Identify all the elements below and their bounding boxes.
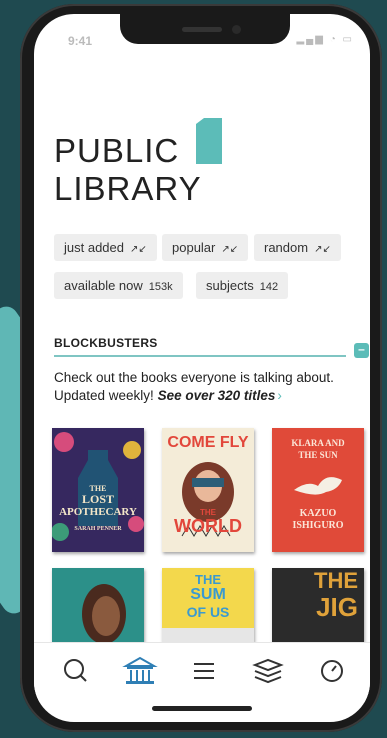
filter-label: available now xyxy=(64,278,143,293)
filter-popular[interactable]: popular ↗↙ xyxy=(162,234,249,261)
book-author: SARAH PENNER xyxy=(74,526,122,532)
see-all-link[interactable]: See over 320 titles xyxy=(158,388,276,403)
battery-icon: ▭ xyxy=(342,34,354,45)
app-screen: 9:41 ▂▄▆ ◔ ▭ PUBLIC LIBRARY just added ↗↙… xyxy=(34,14,370,722)
signal-icon: ▂▄▆ xyxy=(296,34,325,45)
bookmark-icon xyxy=(196,118,222,164)
filter-label: subjects xyxy=(206,278,254,293)
tab-history[interactable] xyxy=(314,653,350,689)
chevron-right-icon[interactable]: › xyxy=(277,388,282,403)
tab-books[interactable] xyxy=(250,653,286,689)
filter-count: 142 xyxy=(259,281,279,293)
filter-count: 153k xyxy=(148,281,173,293)
search-icon xyxy=(64,659,87,682)
book-cover[interactable]: THE JIG xyxy=(272,568,364,642)
filter-label: just added xyxy=(64,240,124,255)
tab-menu[interactable] xyxy=(186,653,222,689)
library-icon xyxy=(122,656,158,684)
sort-arrows-icon: ↗↙ xyxy=(130,244,147,255)
book-title: KLARA AND xyxy=(291,438,345,448)
book-title: APOTHECARY xyxy=(59,506,137,518)
filter-label: random xyxy=(264,240,309,255)
page-title: PUBLIC LIBRARY xyxy=(54,132,202,208)
status-icons: ▂▄▆ ◔ ▭ xyxy=(296,34,354,45)
tab-bar xyxy=(34,642,370,703)
book-title: LOST xyxy=(81,492,114,506)
book-title: SUM xyxy=(190,586,226,603)
section-description: Check out the books everyone is talking … xyxy=(54,369,359,405)
collapse-button[interactable]: – xyxy=(354,343,369,358)
book-title: WORLD xyxy=(174,516,242,536)
book-cover[interactable]: COME FLY THE WORLD xyxy=(162,428,254,552)
book-title: COME FLY xyxy=(167,434,249,451)
title-line-2: LIBRARY xyxy=(54,170,202,207)
section-title: BLOCKBUSTERS xyxy=(54,336,158,350)
books-icon xyxy=(252,658,284,684)
book-title: JIG xyxy=(316,592,358,622)
phone-notch xyxy=(120,14,290,44)
filter-available-now[interactable]: available now 153k xyxy=(54,272,183,299)
clock-icon xyxy=(321,660,343,682)
book-title: THE xyxy=(314,568,358,593)
book-cover[interactable]: THE SUM OF US xyxy=(162,568,254,642)
book-title: THE xyxy=(195,572,221,587)
wifi-icon: ◔ xyxy=(329,34,338,45)
title-line-1: PUBLIC xyxy=(54,132,180,169)
book-author: ISHIGURO xyxy=(292,520,344,531)
book-cover-art xyxy=(52,568,144,642)
book-title: OF US xyxy=(186,604,230,620)
camera xyxy=(232,25,241,34)
section-divider xyxy=(54,355,346,357)
tab-library[interactable] xyxy=(122,653,158,689)
book-title: KAZUO xyxy=(299,508,337,519)
status-time: 9:41 xyxy=(68,34,93,48)
sort-arrows-icon: ↗↙ xyxy=(221,244,239,255)
tab-search[interactable] xyxy=(58,653,94,689)
filter-subjects[interactable]: subjects 142 xyxy=(196,272,289,299)
book-cover[interactable] xyxy=(52,568,144,642)
book-cover[interactable]: KLARA AND THE SUN KAZUO ISHIGURO xyxy=(272,428,364,552)
book-title: THE SUN xyxy=(298,450,338,460)
filter-label: popular xyxy=(172,240,216,255)
book-cover[interactable]: THE LOST APOTHECARY SARAH PENNER xyxy=(52,428,144,552)
filter-random[interactable]: random ↗↙ xyxy=(254,234,341,261)
speaker xyxy=(182,27,222,32)
filter-just-added[interactable]: just added ↗↙ xyxy=(54,234,157,261)
home-indicator xyxy=(152,706,252,711)
menu-icon xyxy=(194,663,214,679)
sort-arrows-icon: ↗↙ xyxy=(314,244,331,255)
